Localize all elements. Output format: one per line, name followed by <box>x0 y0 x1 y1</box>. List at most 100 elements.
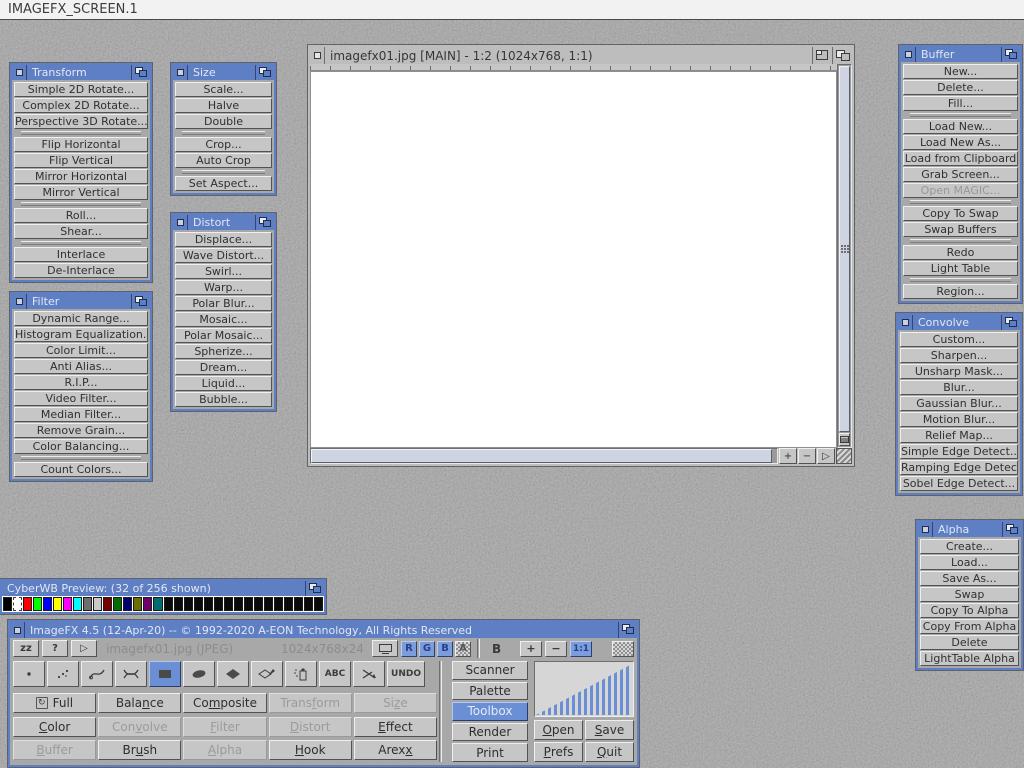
panel-button[interactable]: Mirror Horizontal <box>14 169 148 184</box>
panel-button[interactable]: Spherize... <box>175 344 272 359</box>
depth-icon[interactable] <box>131 294 150 309</box>
panel-button[interactable]: Simple Edge Detect... <box>900 444 1018 459</box>
panel-button[interactable]: Load New... <box>903 119 1018 134</box>
panel-button[interactable]: Roll... <box>14 208 148 223</box>
panel-button[interactable]: Flip Vertical <box>14 153 148 168</box>
panel-button[interactable]: Swap <box>920 587 1019 602</box>
color-swatch[interactable] <box>254 597 263 611</box>
panel-button[interactable]: Mirror Vertical <box>14 185 148 200</box>
panel-button[interactable]: Median Filter... <box>14 407 148 422</box>
panel-button[interactable]: Shear... <box>14 224 148 239</box>
panel-button[interactable]: Auto Crop <box>175 153 272 168</box>
panel-button[interactable]: New... <box>903 64 1018 79</box>
close-icon[interactable] <box>173 215 188 230</box>
panel-button[interactable]: Save As... <box>920 571 1019 586</box>
panel-button[interactable]: Fill... <box>903 96 1018 111</box>
side-button[interactable]: Print <box>452 743 528 762</box>
ellipse-tool-button[interactable] <box>183 661 215 687</box>
panel-button[interactable]: Light Table <box>903 261 1018 276</box>
panel-button[interactable]: Video Filter... <box>14 391 148 406</box>
panel-button[interactable]: Load... <box>920 555 1019 570</box>
pan-arrow-button[interactable]: ▷ <box>817 448 835 464</box>
color-swatch[interactable] <box>224 597 233 611</box>
panel-button[interactable]: Color Balancing... <box>14 439 148 454</box>
color-swatch[interactable] <box>113 597 122 611</box>
panel-button[interactable]: Ramping Edge Detect <box>900 460 1018 475</box>
action-button[interactable]: Save <box>585 720 634 740</box>
color-swatch[interactable] <box>43 597 52 611</box>
color-swatch[interactable] <box>53 597 62 611</box>
panel-button[interactable]: Copy To Alpha <box>920 603 1019 618</box>
color-swatch[interactable] <box>274 597 283 611</box>
panel-button[interactable]: Region... <box>903 284 1018 299</box>
panel-button[interactable]: Blur... <box>900 380 1018 395</box>
depth-icon[interactable] <box>1002 522 1021 537</box>
close-icon[interactable] <box>12 65 27 80</box>
freehand-tool-button[interactable] <box>81 661 113 687</box>
panel-button[interactable]: Polar Mosaic... <box>175 328 272 343</box>
point-tool-button[interactable] <box>13 661 45 687</box>
curve-tool-button[interactable] <box>115 661 147 687</box>
zoom-in-button[interactable]: + <box>779 448 797 464</box>
panel-button[interactable]: Gaussian Blur... <box>900 396 1018 411</box>
panel-button[interactable]: Complex 2D Rotate... <box>14 98 148 113</box>
color-swatch[interactable] <box>123 597 132 611</box>
panel-button[interactable]: Simple 2D Rotate... <box>14 82 148 97</box>
panel-button[interactable]: Custom... <box>900 332 1018 347</box>
zoom-ratio-button[interactable]: 1:1 <box>570 641 592 657</box>
toolbox-grid-button[interactable]: ↻Arexx <box>354 740 437 760</box>
color-swatch[interactable] <box>23 597 32 611</box>
panel-button[interactable]: Set Aspect... <box>175 176 272 191</box>
keyboard-gadget[interactable] <box>839 433 850 446</box>
run-script-button[interactable]: ▷ <box>71 640 97 657</box>
panel-button[interactable]: Unsharp Mask... <box>900 364 1018 379</box>
panel-button[interactable]: Double <box>175 114 272 129</box>
convolve-titlebar[interactable]: Convolve <box>898 315 1020 330</box>
crop-tool-button[interactable] <box>353 661 385 687</box>
depth-icon[interactable] <box>255 215 274 230</box>
undo-button[interactable]: UNDO <box>387 661 425 687</box>
channel-button[interactable]: B <box>437 641 453 657</box>
zoom-in-button[interactable]: + <box>520 641 542 657</box>
fill-tool-button[interactable] <box>251 661 283 687</box>
depth-icon[interactable] <box>832 47 852 64</box>
color-swatch[interactable] <box>164 597 173 611</box>
text-tool-button[interactable]: ABC <box>319 661 351 687</box>
panel-button[interactable]: Sobel Edge Detect... <box>900 476 1018 491</box>
side-button[interactable]: Palette <box>452 682 528 701</box>
color-swatch[interactable] <box>103 597 112 611</box>
toolbox-grid-button[interactable]: ↻Color <box>13 717 96 737</box>
color-swatch[interactable] <box>3 597 12 611</box>
action-button[interactable]: Open <box>534 720 583 740</box>
transform-titlebar[interactable]: Transform <box>12 65 150 80</box>
size-titlebar[interactable]: Size <box>173 65 274 80</box>
action-button[interactable]: Quit <box>585 742 634 762</box>
color-swatch[interactable] <box>63 597 72 611</box>
color-swatch[interactable] <box>244 597 253 611</box>
panel-button[interactable]: R.I.P... <box>14 375 148 390</box>
color-swatch[interactable] <box>73 597 82 611</box>
color-swatch[interactable] <box>304 597 313 611</box>
panel-button[interactable]: Crop... <box>175 137 272 152</box>
screen-titlebar[interactable]: IMAGEFX_SCREEN.1 <box>0 0 1024 20</box>
panel-button[interactable]: Displace... <box>175 232 272 247</box>
color-swatch[interactable] <box>93 597 102 611</box>
panel-button[interactable]: Wave Distort... <box>175 248 272 263</box>
panel-button[interactable]: Swap Buffers <box>903 222 1018 237</box>
toolbox-grid-button[interactable]: ↻Full <box>13 693 96 713</box>
color-swatch[interactable] <box>174 597 183 611</box>
toolbox-grid-button[interactable]: ↻Effect <box>354 717 437 737</box>
close-icon[interactable] <box>898 315 913 330</box>
panel-button[interactable]: Count Colors... <box>14 462 148 477</box>
depth-icon[interactable] <box>255 65 274 80</box>
color-swatch[interactable] <box>33 597 42 611</box>
color-swatch[interactable] <box>194 597 203 611</box>
panel-button[interactable]: Bubble... <box>175 392 272 407</box>
close-icon[interactable] <box>10 622 25 638</box>
panel-button[interactable]: Perspective 3D Rotate... <box>14 114 148 129</box>
screen-mode-button[interactable] <box>372 640 398 657</box>
side-button[interactable]: Toolbox <box>452 702 528 721</box>
side-button[interactable]: Scanner <box>452 661 528 680</box>
polygon-tool-button[interactable] <box>217 661 249 687</box>
dither-pattern-button[interactable] <box>612 641 634 657</box>
